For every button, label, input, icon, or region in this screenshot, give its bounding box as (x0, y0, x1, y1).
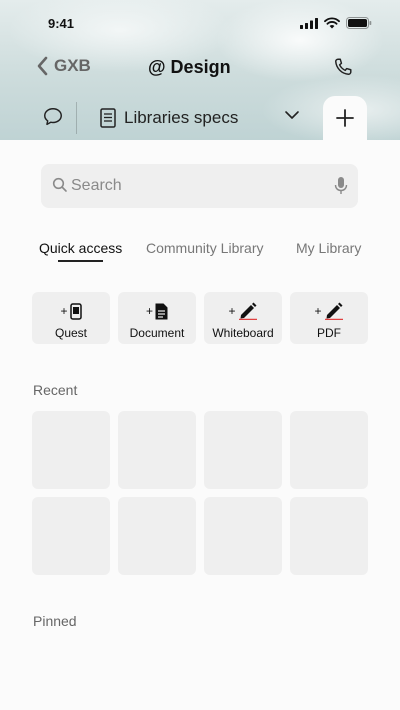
new-whiteboard-button[interactable]: + Whiteboard (204, 292, 282, 344)
quick-actions: + Quest + Document + Whiteboard + PDF (32, 292, 368, 344)
tab-divider (76, 102, 77, 134)
status-bar: 9:41 (0, 14, 400, 34)
library-panel: Quick access Community Library My Librar… (0, 140, 400, 710)
plus-icon (336, 109, 354, 127)
search-icon (52, 177, 67, 192)
call-button[interactable] (332, 56, 354, 83)
microphone-icon[interactable] (334, 176, 348, 196)
recent-tile[interactable] (32, 411, 110, 489)
tab-quick-access-label: Quick access (39, 240, 123, 256)
signal-icon (300, 17, 318, 29)
chat-button[interactable] (42, 106, 64, 133)
plus-small-icon: + (314, 304, 322, 318)
active-tab-indicator (58, 260, 103, 262)
wifi-icon (324, 17, 340, 29)
chevron-left-icon (37, 56, 48, 76)
tab-community-library[interactable]: Community Library (146, 240, 263, 256)
status-icons (300, 17, 372, 29)
new-quest-icon-group: + (32, 302, 110, 320)
new-pdf-button[interactable]: + PDF (290, 292, 368, 344)
document-outline-icon (100, 108, 116, 128)
pen-icon (324, 302, 343, 320)
status-time: 9:41 (48, 16, 75, 31)
tab-quick-access[interactable]: Quick access (39, 240, 123, 262)
page-title: @ Design (148, 57, 231, 77)
search-bar (41, 164, 358, 208)
recent-tile[interactable] (118, 411, 196, 489)
document-icon (155, 303, 168, 319)
new-document-label: Document (129, 326, 185, 340)
new-whiteboard-icon-group: + (204, 302, 282, 320)
recent-tile[interactable] (118, 497, 196, 575)
search-input[interactable] (71, 172, 321, 200)
plus-small-icon: + (145, 304, 153, 318)
new-pdf-icon-group: + (290, 302, 368, 320)
phone-screen: 9:41 GXB @ Design Libraries specs Search… (0, 0, 400, 710)
tab-community-library-label: Community Library (146, 240, 264, 256)
document-selector[interactable]: Libraries specs (100, 104, 310, 132)
back-button[interactable]: GXB (36, 56, 91, 76)
document-tab-bar: Libraries specs (0, 96, 400, 140)
chevron-down-icon (285, 111, 299, 119)
recent-tile[interactable] (204, 411, 282, 489)
navigation-bar: GXB @ Design (0, 54, 400, 84)
new-quest-button[interactable]: + Quest (32, 292, 110, 344)
recent-tile[interactable] (32, 497, 110, 575)
new-pdf-label: PDF (317, 326, 341, 340)
plus-small-icon: + (60, 304, 68, 318)
new-document-button[interactable]: + Document (118, 292, 196, 344)
library-tabs: Quick access Community Library My Librar… (0, 240, 400, 266)
tab-my-library-label: My Library (296, 240, 362, 256)
new-document-icon-group: + (118, 302, 196, 320)
chat-bubble-icon (44, 108, 62, 126)
phone-call-icon (335, 58, 352, 75)
battery-icon (346, 17, 372, 29)
recent-heading: Recent (33, 382, 78, 398)
plus-small-icon: + (228, 304, 236, 318)
pen-icon (238, 302, 257, 320)
pinned-heading: Pinned (33, 613, 77, 629)
back-label: GXB (54, 56, 91, 75)
recent-tile[interactable] (290, 497, 368, 575)
phone-icon (69, 302, 82, 320)
document-selector-label: Libraries specs (124, 108, 239, 127)
add-tab-button[interactable] (323, 96, 367, 140)
recent-tile[interactable] (204, 497, 282, 575)
tab-my-library[interactable]: My Library (296, 240, 361, 256)
new-quest-label: Quest (54, 326, 87, 340)
recent-grid (32, 411, 368, 575)
recent-tile[interactable] (290, 411, 368, 489)
new-whiteboard-label: Whiteboard (212, 326, 274, 340)
